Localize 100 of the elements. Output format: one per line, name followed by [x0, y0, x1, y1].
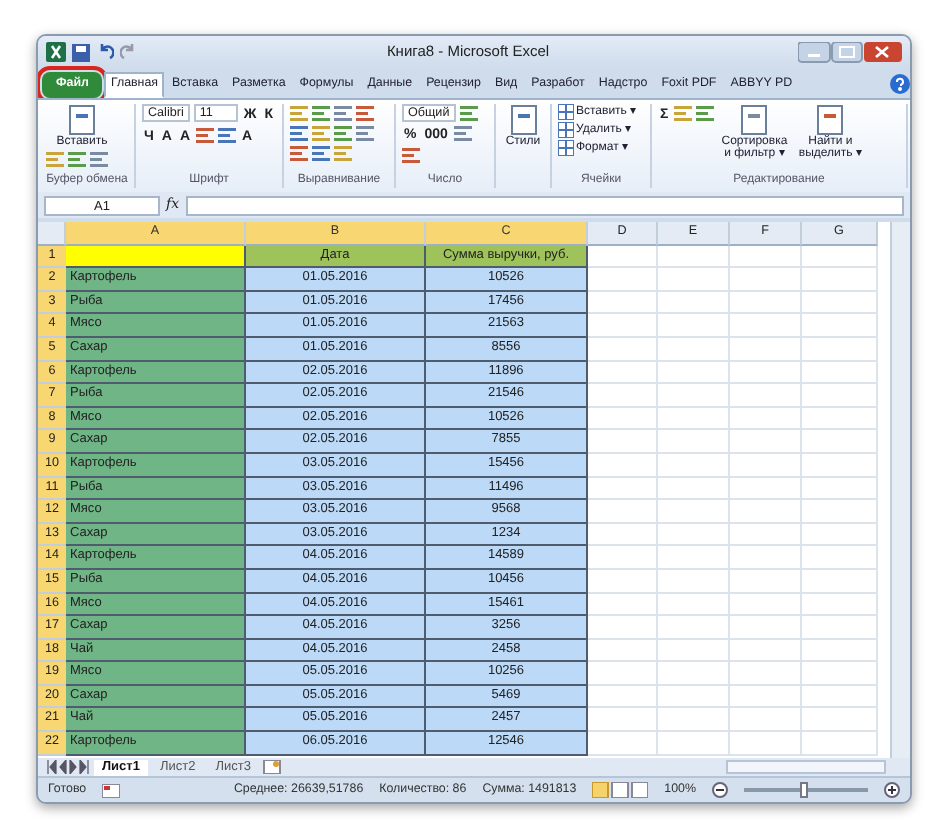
empty-cell[interactable]	[802, 569, 878, 593]
empty-cell[interactable]	[802, 546, 878, 570]
lines-icon[interactable]	[68, 150, 86, 169]
empty-cell[interactable]	[802, 361, 878, 385]
lines-icon[interactable]	[334, 104, 352, 122]
empty-cell[interactable]	[730, 685, 802, 709]
empty-cell[interactable]	[658, 732, 730, 756]
empty-cell[interactable]	[802, 708, 878, 733]
help-icon[interactable]	[890, 74, 910, 94]
empty-cell[interactable]	[802, 268, 878, 292]
macro-record-icon[interactable]	[102, 783, 121, 797]
formula-input[interactable]	[185, 195, 904, 215]
lines-icon[interactable]	[356, 124, 374, 142]
view-buttons-icon[interactable]	[592, 782, 649, 798]
empty-cell[interactable]	[730, 245, 802, 269]
empty-cell[interactable]	[658, 314, 730, 338]
lines-icon[interactable]	[312, 104, 330, 122]
zoom-out-icon[interactable]	[712, 782, 728, 798]
empty-cell[interactable]	[730, 732, 802, 756]
empty-cell[interactable]	[730, 337, 802, 362]
lines-icon[interactable]	[334, 124, 352, 142]
zoom-in-icon[interactable]	[884, 782, 900, 798]
lines-icon[interactable]	[290, 124, 308, 142]
empty-cell[interactable]	[658, 639, 730, 663]
empty-cell[interactable]	[730, 268, 802, 292]
lines-icon[interactable]	[356, 104, 374, 122]
empty-cell[interactable]	[730, 569, 802, 593]
empty-cell[interactable]	[730, 453, 802, 478]
empty-cell[interactable]	[730, 593, 802, 617]
empty-cell[interactable]	[802, 662, 878, 686]
save-icon[interactable]	[72, 43, 90, 61]
empty-cell[interactable]	[658, 662, 730, 686]
empty-cell[interactable]	[802, 685, 878, 709]
empty-cell[interactable]	[658, 708, 730, 733]
empty-cell[interactable]	[658, 430, 730, 454]
empty-cell[interactable]	[658, 384, 730, 408]
empty-cell[interactable]	[658, 546, 730, 570]
lines-icon[interactable]	[196, 126, 215, 144]
empty-cell[interactable]	[730, 314, 802, 338]
excel-icon[interactable]	[46, 42, 66, 62]
lines-icon[interactable]	[402, 146, 420, 164]
redo-icon[interactable]	[120, 43, 138, 61]
empty-cell[interactable]	[658, 477, 730, 501]
empty-cell[interactable]	[658, 407, 730, 431]
empty-cell[interactable]	[802, 639, 878, 663]
horizontal-scrollbar[interactable]	[726, 760, 886, 774]
new-sheet-icon[interactable]	[262, 760, 283, 774]
empty-cell[interactable]	[802, 314, 878, 338]
empty-cell[interactable]	[730, 430, 802, 454]
lines-icon[interactable]	[312, 144, 330, 162]
empty-cell[interactable]	[658, 337, 730, 362]
empty-cell[interactable]	[802, 477, 878, 501]
empty-cell[interactable]	[802, 245, 878, 269]
empty-cell[interactable]	[730, 291, 802, 315]
lines-icon[interactable]	[90, 150, 108, 169]
empty-cell[interactable]	[658, 453, 730, 478]
empty-cell[interactable]	[730, 384, 802, 408]
empty-cell[interactable]	[730, 407, 802, 431]
zoom-slider-thumb[interactable]	[800, 782, 808, 798]
lines-icon[interactable]	[459, 104, 478, 122]
empty-cell[interactable]	[802, 616, 878, 640]
empty-cell[interactable]	[802, 407, 878, 431]
empty-cell[interactable]	[730, 477, 802, 501]
empty-cell[interactable]	[730, 662, 802, 686]
empty-cell[interactable]	[730, 546, 802, 570]
select-all-corner[interactable]	[38, 222, 66, 246]
lines-icon[interactable]	[290, 104, 308, 122]
empty-cell[interactable]	[802, 593, 878, 617]
lines-icon[interactable]	[290, 144, 308, 162]
empty-cell[interactable]	[802, 430, 878, 454]
empty-cell[interactable]	[730, 523, 802, 547]
empty-cell[interactable]	[730, 639, 802, 663]
sheet-navigation-icon[interactable]	[46, 760, 90, 774]
empty-cell[interactable]	[658, 291, 730, 315]
lines-icon[interactable]	[674, 104, 693, 122]
empty-cell[interactable]	[802, 732, 878, 756]
empty-cell[interactable]	[658, 500, 730, 524]
empty-cell[interactable]	[802, 523, 878, 547]
empty-cell[interactable]	[658, 245, 730, 269]
vertical-scrollbar[interactable]	[890, 222, 910, 758]
empty-cell[interactable]	[802, 337, 878, 362]
empty-cell[interactable]	[802, 500, 878, 524]
empty-cell[interactable]	[658, 616, 730, 640]
empty-cell[interactable]	[730, 616, 802, 640]
empty-cell[interactable]	[730, 708, 802, 733]
window-controls-drawing[interactable]	[798, 41, 902, 63]
empty-cell[interactable]	[730, 361, 802, 385]
empty-cell[interactable]	[658, 268, 730, 292]
empty-cell[interactable]	[658, 685, 730, 709]
lines-icon[interactable]	[696, 104, 715, 122]
empty-cell[interactable]	[730, 500, 802, 524]
empty-cell[interactable]	[802, 384, 878, 408]
empty-cell[interactable]	[802, 453, 878, 478]
lines-icon[interactable]	[46, 150, 64, 169]
empty-cell[interactable]	[658, 523, 730, 547]
empty-cell[interactable]	[802, 291, 878, 315]
lines-icon[interactable]	[312, 124, 330, 142]
undo-icon[interactable]	[96, 43, 114, 61]
empty-cell[interactable]	[658, 593, 730, 617]
empty-cell[interactable]	[658, 569, 730, 593]
